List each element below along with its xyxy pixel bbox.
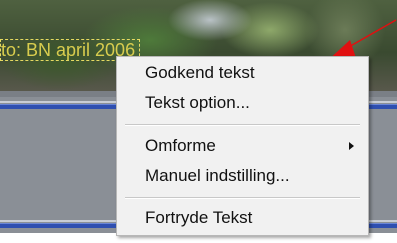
menu-separator [125, 124, 360, 126]
menu-item-label: Godkend tekst [145, 63, 255, 82]
menu-item-godkend-tekst[interactable]: Godkend tekst [117, 59, 368, 86]
menu-item-tekst-option[interactable]: Tekst option... [117, 89, 368, 116]
menu-item-label: Fortryde Tekst [145, 208, 253, 227]
menu-item-manuel-indstilling[interactable]: Manuel indstilling... [117, 162, 368, 189]
menu-item-label: Manuel indstilling... [145, 166, 290, 185]
menu-item-label: Tekst option... [145, 93, 250, 112]
chevron-right-icon [349, 142, 354, 150]
menu-item-omforme[interactable]: Omforme [117, 132, 368, 159]
context-menu: Godkend tekst Tekst option... Omforme Ma… [116, 56, 369, 236]
menu-item-label: Omforme [145, 136, 216, 155]
menu-separator [125, 197, 360, 199]
menu-item-fortryde-tekst[interactable]: Fortryde Tekst [117, 204, 368, 231]
